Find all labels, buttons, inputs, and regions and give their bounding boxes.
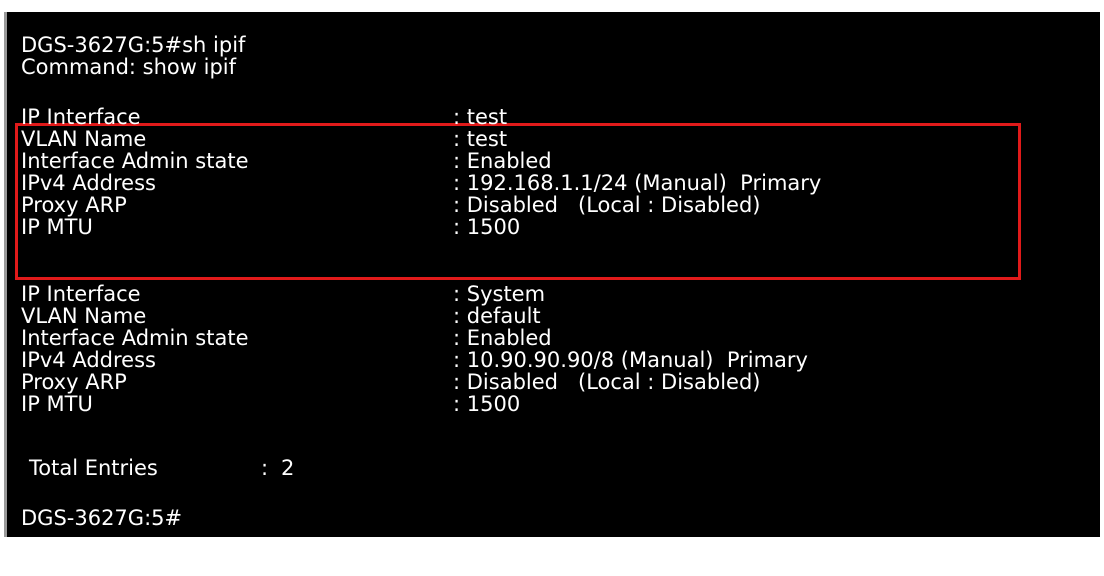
field-label: IP Interface [21, 282, 141, 306]
interface-row: IPv4 Address : 192.168.1.1/24 (Manual) P… [21, 171, 821, 195]
field-value: : 192.168.1.1/24 (Manual) Primary [453, 171, 822, 195]
field-label: IP MTU [21, 215, 93, 239]
field-label: IP Interface [21, 105, 141, 129]
interface-row: IP Interface : test [21, 105, 507, 129]
interface-row: IP MTU : 1500 [21, 392, 520, 416]
total-entries: Total Entries : 2 [29, 456, 294, 480]
field-value: : test [453, 105, 508, 129]
field-value: : Disabled (Local : Disabled) [453, 193, 761, 217]
field-value: : 10.90.90.90/8 (Manual) Primary [453, 348, 808, 372]
field-label: VLAN Name [21, 127, 147, 151]
interface-row: IPv4 Address : 10.90.90.90/8 (Manual) Pr… [21, 348, 808, 372]
interface-row: Interface Admin state : Enabled [21, 149, 552, 173]
command-echo: Command: show ipif [21, 55, 237, 79]
field-value: : default [453, 304, 541, 328]
field-value: : Enabled [453, 326, 552, 350]
interface-row: Interface Admin state : Enabled [21, 326, 552, 350]
field-label: IP MTU [21, 392, 93, 416]
field-value: : 1500 [453, 215, 521, 239]
terminal-window[interactable]: DGS-3627G:5#sh ipif Command: show ipif I… [4, 12, 1100, 537]
field-label: Interface Admin state [21, 149, 249, 173]
field-label: IPv4 Address [21, 171, 156, 195]
total-entries-value: 2 [281, 456, 295, 480]
field-label: IPv4 Address [21, 348, 156, 372]
interface-row: IP Interface : System [21, 282, 545, 306]
field-value: : System [453, 282, 546, 306]
interface-row: VLAN Name : default [21, 304, 541, 328]
field-label: Interface Admin state [21, 326, 249, 350]
command-line: DGS-3627G:5#sh ipif [21, 33, 246, 57]
field-value: : Enabled [453, 149, 552, 173]
field-label: Proxy ARP [21, 370, 127, 394]
field-label: Proxy ARP [21, 193, 127, 217]
interface-row: IP MTU : 1500 [21, 215, 520, 239]
field-value: : Disabled (Local : Disabled) [453, 370, 761, 394]
field-value: : 1500 [453, 392, 521, 416]
final-prompt[interactable]: DGS-3627G:5# [21, 506, 182, 530]
interface-row: Proxy ARP : Disabled (Local : Disabled) [21, 370, 760, 394]
field-value: : test [453, 127, 508, 151]
field-label: VLAN Name [21, 304, 147, 328]
total-entries-separator: : [261, 456, 269, 480]
total-entries-label: Total Entries [29, 456, 158, 480]
interface-row: Proxy ARP : Disabled (Local : Disabled) [21, 193, 760, 217]
interface-row: VLAN Name : test [21, 127, 507, 151]
